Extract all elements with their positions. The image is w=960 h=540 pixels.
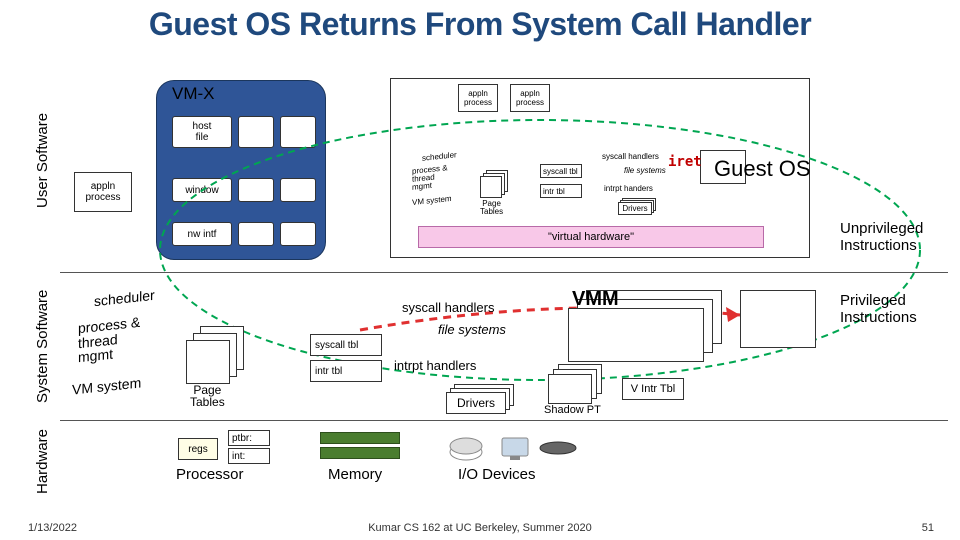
- sys-intrpt-handlers: intrpt handlers: [394, 358, 476, 373]
- label-system-software: System Software: [34, 290, 51, 403]
- sys-ptm: process & thread mgmt: [78, 318, 140, 362]
- hostfile-box: host file: [172, 116, 232, 148]
- mini-syscall-tbl: syscall tbl: [540, 164, 582, 178]
- sys-drivers-stack: Drivers: [446, 384, 518, 414]
- sys-page-tables-label: Page Tables: [190, 384, 225, 408]
- sys-page-tables-stack: [186, 326, 252, 386]
- mini-page-tables-stack: [480, 170, 514, 200]
- io-devices-icons: [446, 430, 586, 466]
- label-hardware: Hardware: [34, 429, 51, 494]
- vmx-slot-6: [280, 222, 316, 246]
- vmx-slot-1: [238, 116, 274, 148]
- v-intr-tbl-label: V Intr Tbl: [622, 378, 684, 400]
- memory-label: Memory: [328, 466, 382, 483]
- mini-file-systems: file systems: [624, 166, 666, 175]
- divider-user-system: [60, 272, 948, 273]
- footer-center: Kumar CS 162 at UC Berkeley, Summer 2020: [0, 522, 960, 534]
- footer-page: 51: [922, 522, 934, 534]
- window-box: window: [172, 178, 232, 202]
- label-user-software: User Software: [34, 113, 51, 208]
- sys-io-box: [740, 290, 816, 348]
- vmx-title: VM-X: [172, 84, 215, 104]
- priv-label: Privileged Instructions: [840, 292, 917, 326]
- int-box: int:: [228, 448, 270, 464]
- divider-system-hardware: [60, 420, 948, 421]
- unpriv-label: Unprivileged Instructions: [840, 220, 923, 254]
- mini-appln-1: appln process: [458, 84, 498, 112]
- shadow-pt-label: Shadow PT: [544, 404, 601, 416]
- mini-appln-2: appln process: [510, 84, 550, 112]
- mini-drivers-stack: Drivers: [618, 198, 658, 216]
- vmx-slot-4: [280, 178, 316, 202]
- regs-box: regs: [178, 438, 218, 460]
- sys-file-systems: file systems: [438, 322, 506, 337]
- sys-syscall-handlers: syscall handlers: [402, 300, 495, 315]
- mini-ptm: process & thread mgmt: [412, 166, 448, 190]
- io-devices-label: I/O Devices: [458, 466, 536, 483]
- mini-page-tables-label: Page Tables: [480, 200, 503, 216]
- ptbr-box: ptbr:: [228, 430, 270, 446]
- vmx-slot-3: [238, 178, 274, 202]
- vmx-slot-2: [280, 116, 316, 148]
- mini-scheduler: scheduler: [422, 152, 457, 161]
- sys-vmsystem: VM system: [72, 378, 141, 394]
- guest-os-label: Guest OS: [714, 156, 811, 182]
- vmm-label: VMM: [572, 288, 619, 311]
- vmx-slot-5: [238, 222, 274, 246]
- mini-vmsystem: VM system: [412, 196, 452, 205]
- nwintf-box: nw intf: [172, 222, 232, 246]
- virtual-hardware-bar: "virtual hardware": [418, 226, 764, 248]
- page-title: Guest OS Returns From System Call Handle…: [0, 0, 960, 43]
- sys-intr-tbl: intr tbl: [310, 360, 382, 382]
- shadow-pt-stack: [548, 364, 612, 404]
- mini-intr-tbl: intr tbl: [540, 184, 582, 198]
- mini-intrpt-handlers: intrpt handers: [604, 184, 653, 193]
- processor-label: Processor: [176, 466, 244, 483]
- iret-label: iret: [668, 154, 702, 170]
- memory-icon: [320, 432, 400, 459]
- appln-process-box: appln process: [74, 172, 132, 212]
- mini-syscall-handlers: syscall handlers: [602, 152, 659, 161]
- sys-syscall-tbl: syscall tbl: [310, 334, 382, 356]
- sys-scheduler: scheduler: [94, 290, 155, 306]
